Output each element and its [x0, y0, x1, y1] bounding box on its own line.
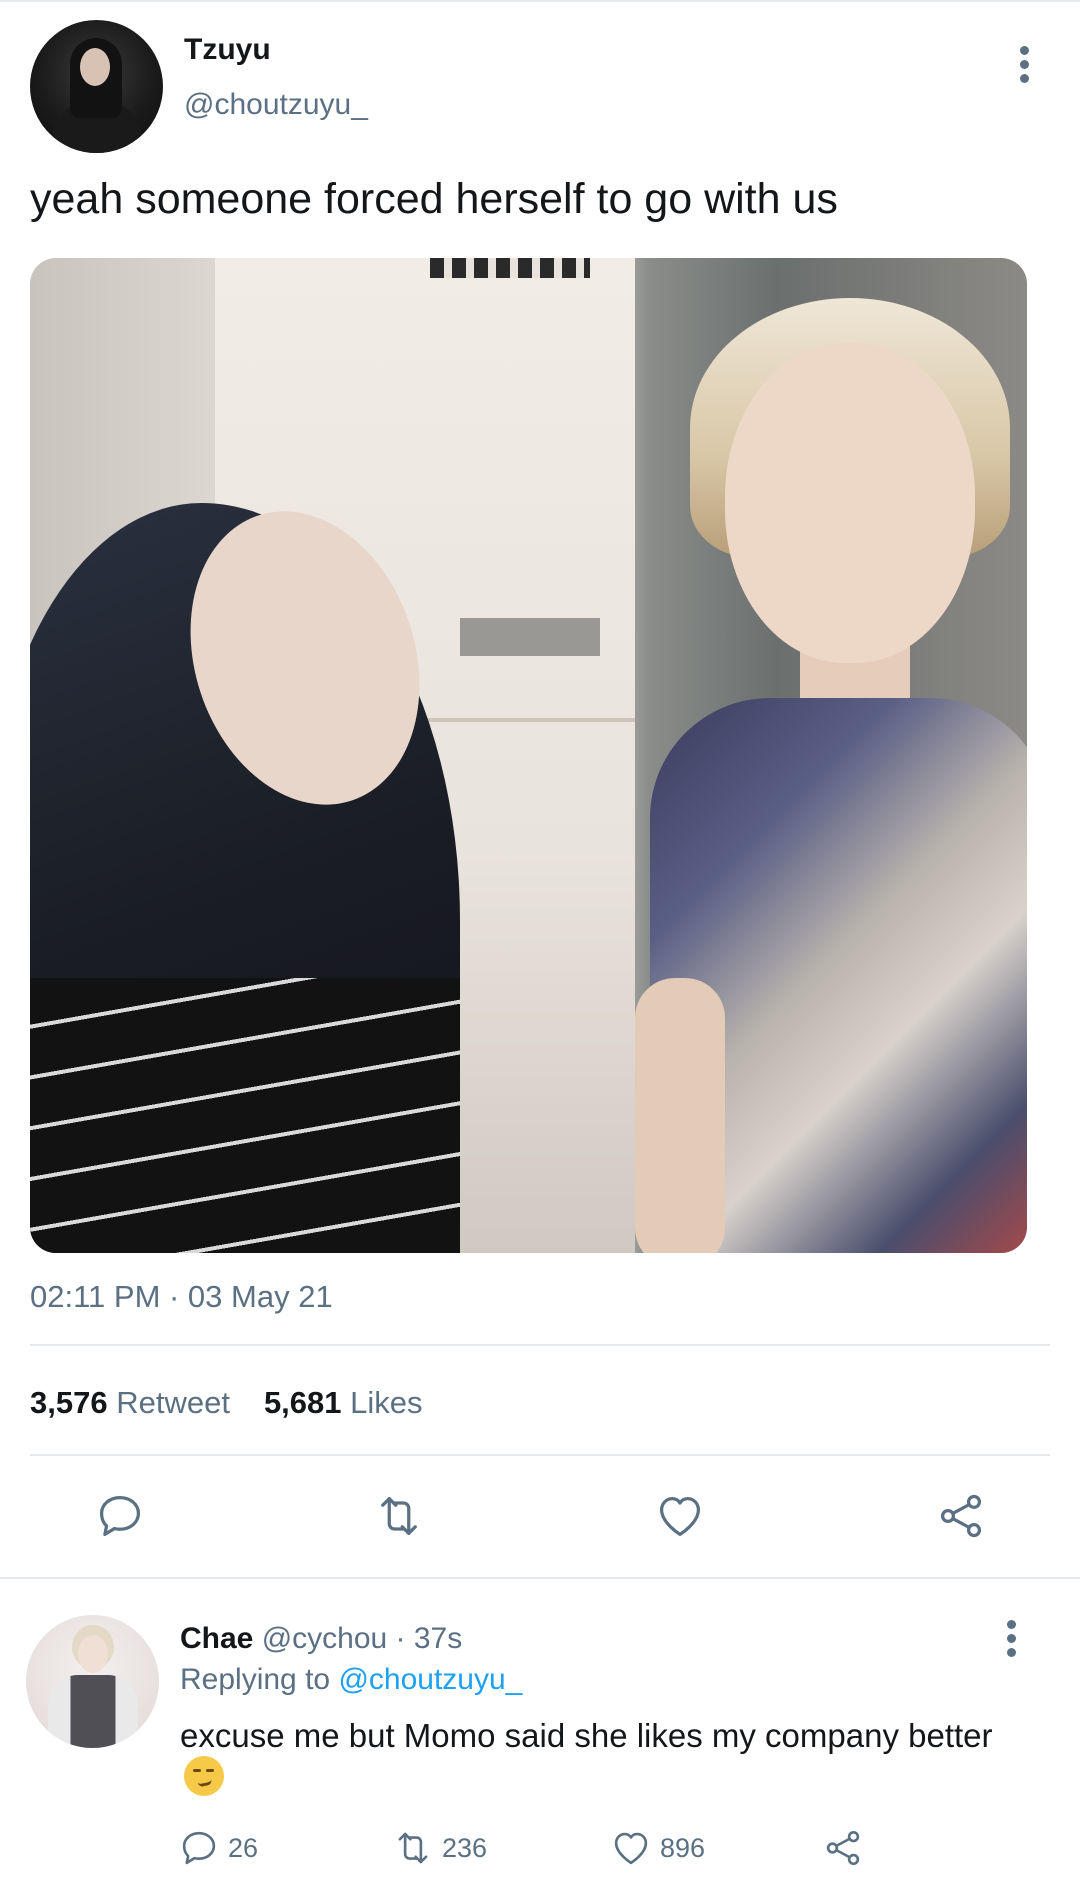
reply-like-button[interactable]: 896: [610, 1826, 705, 1870]
share-icon[interactable]: [935, 1490, 987, 1542]
reply-header: Chae @cychou · 37s: [180, 1622, 462, 1656]
tweet-text: yeah someone forced herself to go with u…: [30, 175, 838, 223]
like-stat[interactable]: 5,681 Likes: [264, 1385, 423, 1420]
retweet-icon[interactable]: [373, 1490, 425, 1542]
replying-prefix: Replying to: [180, 1663, 331, 1696]
retweet-stat[interactable]: 3,576 Retweet: [30, 1385, 230, 1420]
reply-like-count: 896: [660, 1832, 706, 1863]
reply-icon[interactable]: [94, 1490, 146, 1542]
like-icon: [614, 1832, 648, 1865]
tweet-stats: 3,576 Retweet 5,681 Likes: [30, 1385, 423, 1421]
reply-retweet-count: 236: [442, 1832, 488, 1863]
retweet-count: 3,576: [30, 1385, 108, 1420]
reply-more-options-icon[interactable]: [1003, 1620, 1019, 1658]
reply-author-name[interactable]: Chae: [180, 1622, 253, 1655]
divider: [30, 1344, 1050, 1346]
like-label: Likes: [350, 1385, 423, 1420]
reply-text-container: excuse me but Momo said she likes my com…: [180, 1716, 1000, 1797]
author-handle[interactable]: @choutzuyu_: [184, 88, 368, 122]
reply-icon: [182, 1831, 216, 1865]
share-icon: [826, 1830, 860, 1866]
divider: [30, 1454, 1050, 1456]
like-count: 5,681: [263, 1385, 342, 1420]
more-options-icon[interactable]: [1016, 46, 1032, 84]
reply-retweet-button[interactable]: 236: [392, 1826, 487, 1870]
like-icon[interactable]: [654, 1490, 706, 1542]
reply-share-button[interactable]: [822, 1826, 872, 1870]
reply-text: excuse me but Momo said she likes my com…: [180, 1717, 993, 1754]
retweet-icon: [398, 1832, 428, 1864]
section-divider: [0, 1577, 1080, 1579]
tweet-photo[interactable]: [30, 258, 1027, 1253]
replying-to-link[interactable]: @choutzuyu_: [338, 1663, 522, 1696]
reply-reply-button[interactable]: 26: [178, 1826, 258, 1870]
reply-author-handle-time[interactable]: @cychou · 37s: [262, 1622, 463, 1655]
top-divider: [0, 0, 1080, 2]
replying-to: Replying to @choutzuyu_: [180, 1663, 522, 1697]
author-name[interactable]: Tzuyu: [184, 33, 271, 67]
retweet-label: Retweet: [116, 1385, 230, 1420]
smirk-emoji-icon: [184, 1756, 224, 1796]
reply-reply-count: 26: [228, 1832, 259, 1863]
author-avatar[interactable]: [30, 20, 163, 153]
tweet-timestamp: 02:11 PM · 03 May 21: [30, 1279, 333, 1314]
reply-author-avatar[interactable]: [26, 1615, 159, 1748]
